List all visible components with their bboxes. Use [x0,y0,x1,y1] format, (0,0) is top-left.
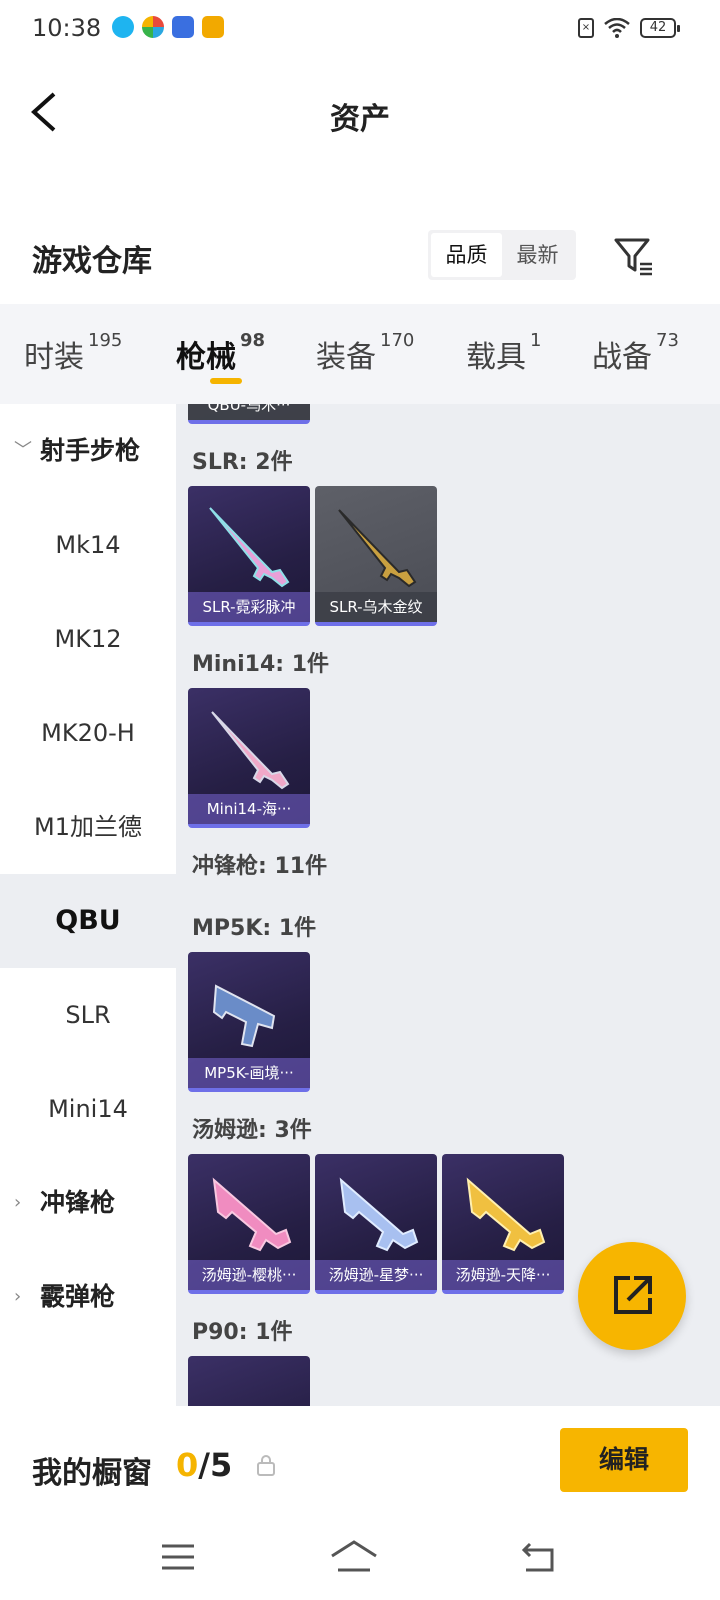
edit-button[interactable]: 编辑 [560,1428,688,1492]
chevron-down-icon: ﹀ [14,440,32,461]
notification-icons [112,16,224,38]
sort-quality-button[interactable]: 品质 [431,233,502,277]
tab-count: 98 [240,330,266,351]
section-label: MP5K: 1件 [192,916,317,941]
item-card-caption: QBU-乌木··· [188,404,310,420]
sort-toggle: 品质 最新 [428,230,576,280]
share-fab[interactable] [578,1242,686,1350]
showcase-count: 0/5 [176,1446,232,1484]
tab-count: 73 [656,330,679,351]
section-label: 冲锋枪: 11件 [192,854,328,879]
smg-skin-icon [466,1177,546,1252]
category-tabs: 时装 195 枪械 98 装备 170 载具 1 战备 73 [0,304,720,404]
tab-label: 装备 [316,340,376,375]
tab-label: 枪械 [176,340,236,375]
item-card[interactable]: MP5K-画境··· [188,952,310,1092]
baidu-icon [172,16,194,38]
sidebar-group-shotgun[interactable]: › 霰弹枪 [0,1250,176,1344]
share-icon [614,1276,652,1314]
item-card[interactable]: QBU-乌木··· [188,404,310,424]
sidebar-item-label: 冲锋枪 [40,1188,116,1217]
item-card-caption: SLR-乌木金纹 [315,592,437,622]
section-label: Mini14: 1件 [192,652,330,677]
sidebar-item-mk14[interactable]: Mk14 [0,498,176,592]
tab-equipment[interactable]: 装备 170 [316,330,415,376]
app-notify-icon [202,16,224,38]
rifle-skin-icon [338,509,417,588]
tab-label: 战备 [592,340,652,375]
sidebar-item-mini14[interactable]: Mini14 [0,1062,176,1156]
sidebar-group-marksman[interactable]: ﹀ 射手步枪 [0,404,176,498]
page-title: 资产 [330,102,390,137]
home-icon[interactable] [330,1538,378,1574]
sort-latest-button[interactable]: 最新 [502,233,573,277]
smg-skin-icon [339,1177,419,1252]
sidebar-item-label: 射手步枪 [40,436,141,465]
item-card[interactable]: 汤姆逊-樱桃··· [188,1154,310,1294]
status-time: 10:38 [32,14,102,42]
filter-icon[interactable] [612,234,656,278]
back-nav-icon[interactable] [520,1540,556,1574]
rifle-skin-icon [209,507,290,588]
sidebar-group-smg[interactable]: › 冲锋枪 [0,1156,176,1250]
battery-icon: 42 [640,18,680,38]
showcase-count-current: 0 [176,1446,199,1484]
sidebar-item-label: 霰弹枪 [40,1282,116,1311]
tab-guns[interactable]: 枪械 98 [176,330,266,376]
item-card[interactable]: SLR-乌木金纹 [315,486,437,626]
smg-skin-icon [212,1177,292,1252]
category-sidebar: ﹀ 射手步枪 Mk14 MK12 MK20-H M1加兰德 QBU SLR Min… [0,404,176,1406]
chevron-right-icon: › [14,1192,22,1213]
tab-label: 载具 [466,340,526,375]
sidebar-item-slr[interactable]: SLR [0,968,176,1062]
status-bar: 10:38 × 42 [0,0,720,56]
active-tab-indicator [210,378,242,384]
lock-icon [257,1455,275,1476]
tab-label: 时装 [24,340,84,375]
browser-icon [142,16,164,38]
section-label: SLR: 2件 [192,450,293,475]
item-card[interactable]: 汤姆逊-天降··· [442,1154,564,1294]
smg-skin-icon [212,984,276,1048]
tab-supplies[interactable]: 战备 73 [592,330,679,376]
item-card-caption: SLR-霓彩脉冲 [188,592,310,622]
wifi-icon [604,18,630,38]
tab-count: 195 [88,330,123,351]
sim-icon: × [578,18,594,38]
section-label: 汤姆逊: 3件 [192,1118,312,1143]
showcase-count-total: /5 [198,1446,233,1484]
item-card[interactable]: Mini14-海··· [188,688,310,828]
item-card-caption: Mini14-海··· [188,794,310,824]
sidebar-item-mk20h[interactable]: MK20-H [0,686,176,780]
item-card[interactable] [188,1356,310,1406]
showcase-bar: 我的橱窗 0/5 编辑 [0,1406,720,1516]
item-card[interactable]: SLR-霓彩脉冲 [188,486,310,626]
showcase-label: 我的橱窗 [32,1456,152,1491]
item-card-caption: 汤姆逊-天降··· [442,1260,564,1290]
sidebar-item-qbu[interactable]: QBU [0,874,176,968]
item-card[interactable]: 汤姆逊-星梦··· [315,1154,437,1294]
warehouse-title: 游戏仓库 [32,244,152,279]
tab-vehicles[interactable]: 载具 1 [466,330,542,376]
item-card-caption: 汤姆逊-星梦··· [315,1260,437,1290]
qq-icon [112,16,134,38]
sidebar-item-mk12[interactable]: MK12 [0,592,176,686]
chevron-right-icon: › [14,1286,22,1307]
tab-count: 170 [380,330,415,351]
sidebar-item-m1garand[interactable]: M1加兰德 [0,780,176,874]
menu-icon[interactable] [160,1542,196,1572]
rifle-skin-icon [211,711,290,790]
tab-count: 1 [530,330,542,351]
item-card-caption: MP5K-画境··· [188,1058,310,1088]
system-nav-bar [0,1516,720,1600]
item-card-caption: 汤姆逊-樱桃··· [188,1260,310,1290]
tab-fashion[interactable]: 时装 195 [24,330,123,376]
section-label: P90: 1件 [192,1320,293,1345]
